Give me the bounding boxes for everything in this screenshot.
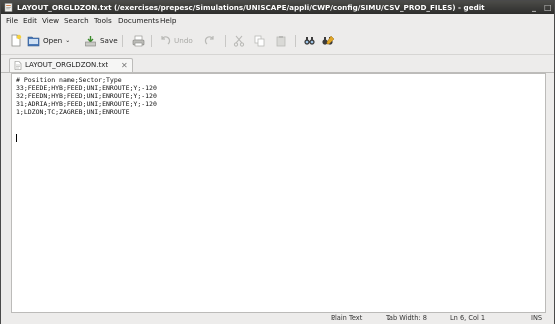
menu-view[interactable]: View	[42, 14, 59, 27]
new-button[interactable]	[9, 33, 22, 48]
open-label: Open	[43, 36, 63, 45]
insert-mode: INS	[531, 314, 543, 322]
text-cursor	[16, 134, 17, 142]
editor-content[interactable]: # Position name;Sector;Type 33;FEEDE;HYB…	[16, 76, 157, 124]
menu-tools[interactable]: Tools	[94, 14, 112, 27]
menu-help[interactable]: Help	[160, 14, 176, 27]
toolbar: Open ⌄ Save Undo	[1, 27, 554, 55]
close-icon[interactable]: ✕	[121, 59, 128, 72]
editor-line: 1;LDZON;TC;ZAGREB;UNI;ENROUTE	[16, 108, 130, 116]
menu-file[interactable]: File	[6, 14, 18, 27]
minimize-button[interactable]: _	[532, 1, 536, 14]
chevron-down-icon: ⌄	[331, 315, 337, 322]
menu-bar: File Edit View Search Tools Documents He…	[1, 14, 554, 27]
open-folder-icon	[27, 36, 40, 46]
toolbar-separator	[225, 35, 226, 47]
paste-button[interactable]	[275, 33, 287, 48]
title-bar[interactable]: LAYOUT_ORGLDZON.txt (/exercises/prepesc/…	[1, 1, 554, 14]
undo-button[interactable]: Undo	[159, 33, 193, 48]
editor-line: 33;FEEDE;HYB;FEED;UNI;ENROUTE;Y;-120	[16, 84, 157, 92]
chevron-down-icon[interactable]: ⌄	[65, 37, 70, 44]
editor-line: 31;ADRIA;HYB;FEED;UNI;ENROUTE;Y;-120	[16, 100, 157, 108]
paste-icon	[276, 35, 286, 46]
save-label: Save	[100, 36, 118, 45]
toolbar-separator	[122, 35, 123, 47]
find-icon	[304, 36, 315, 45]
tab-width-label: Tab Width: 8	[386, 314, 427, 322]
status-bar: Plain Text ⌄ Tab Width: 8 ⌄ Ln 6, Col 1 …	[1, 313, 554, 324]
gedit-window: LAYOUT_ORGLDZON.txt (/exercises/prepesc/…	[0, 0, 555, 324]
window-title: LAYOUT_ORGLDZON.txt (/exercises/prepesc/…	[17, 3, 485, 12]
gedit-icon	[4, 3, 13, 12]
toolbar-separator	[295, 35, 296, 47]
new-document-icon	[11, 34, 22, 47]
menu-edit[interactable]: Edit	[23, 14, 37, 27]
copy-icon	[254, 35, 265, 46]
open-button[interactable]: Open ⌄	[27, 33, 70, 48]
cut-button[interactable]	[233, 33, 245, 48]
toolbar-separator	[151, 35, 152, 47]
maximize-button[interactable]: □	[544, 1, 552, 14]
copy-button[interactable]	[254, 33, 266, 48]
find-button[interactable]	[303, 33, 316, 48]
save-icon	[85, 35, 96, 46]
find-replace-button[interactable]	[321, 33, 335, 48]
undo-label: Undo	[174, 36, 193, 45]
chevron-down-icon: ⌄	[386, 315, 392, 322]
print-button[interactable]	[132, 33, 145, 48]
menu-search[interactable]: Search	[64, 14, 89, 27]
print-icon	[132, 35, 145, 46]
cut-icon	[233, 35, 245, 47]
editor-line: 32;FEEDN;HYB;FEED;UNI;ENROUTE;Y;-120	[16, 92, 157, 100]
redo-button[interactable]	[204, 33, 216, 48]
cursor-position: Ln 6, Col 1	[450, 314, 486, 322]
document-tab-bar: LAYOUT_ORGLDZON.txt ✕	[1, 55, 554, 73]
text-file-icon	[14, 61, 22, 70]
tab-label: LAYOUT_ORGLDZON.txt	[25, 61, 109, 69]
undo-icon	[161, 35, 171, 44]
redo-icon	[204, 35, 214, 44]
find-replace-icon	[322, 35, 335, 45]
text-editor[interactable]: # Position name;Sector;Type 33;FEEDE;HYB…	[11, 73, 546, 313]
document-tab[interactable]: LAYOUT_ORGLDZON.txt ✕	[9, 58, 133, 72]
save-button[interactable]: Save	[84, 33, 118, 48]
menu-documents[interactable]: Documents	[118, 14, 159, 27]
editor-line: # Position name;Sector;Type	[16, 76, 122, 84]
